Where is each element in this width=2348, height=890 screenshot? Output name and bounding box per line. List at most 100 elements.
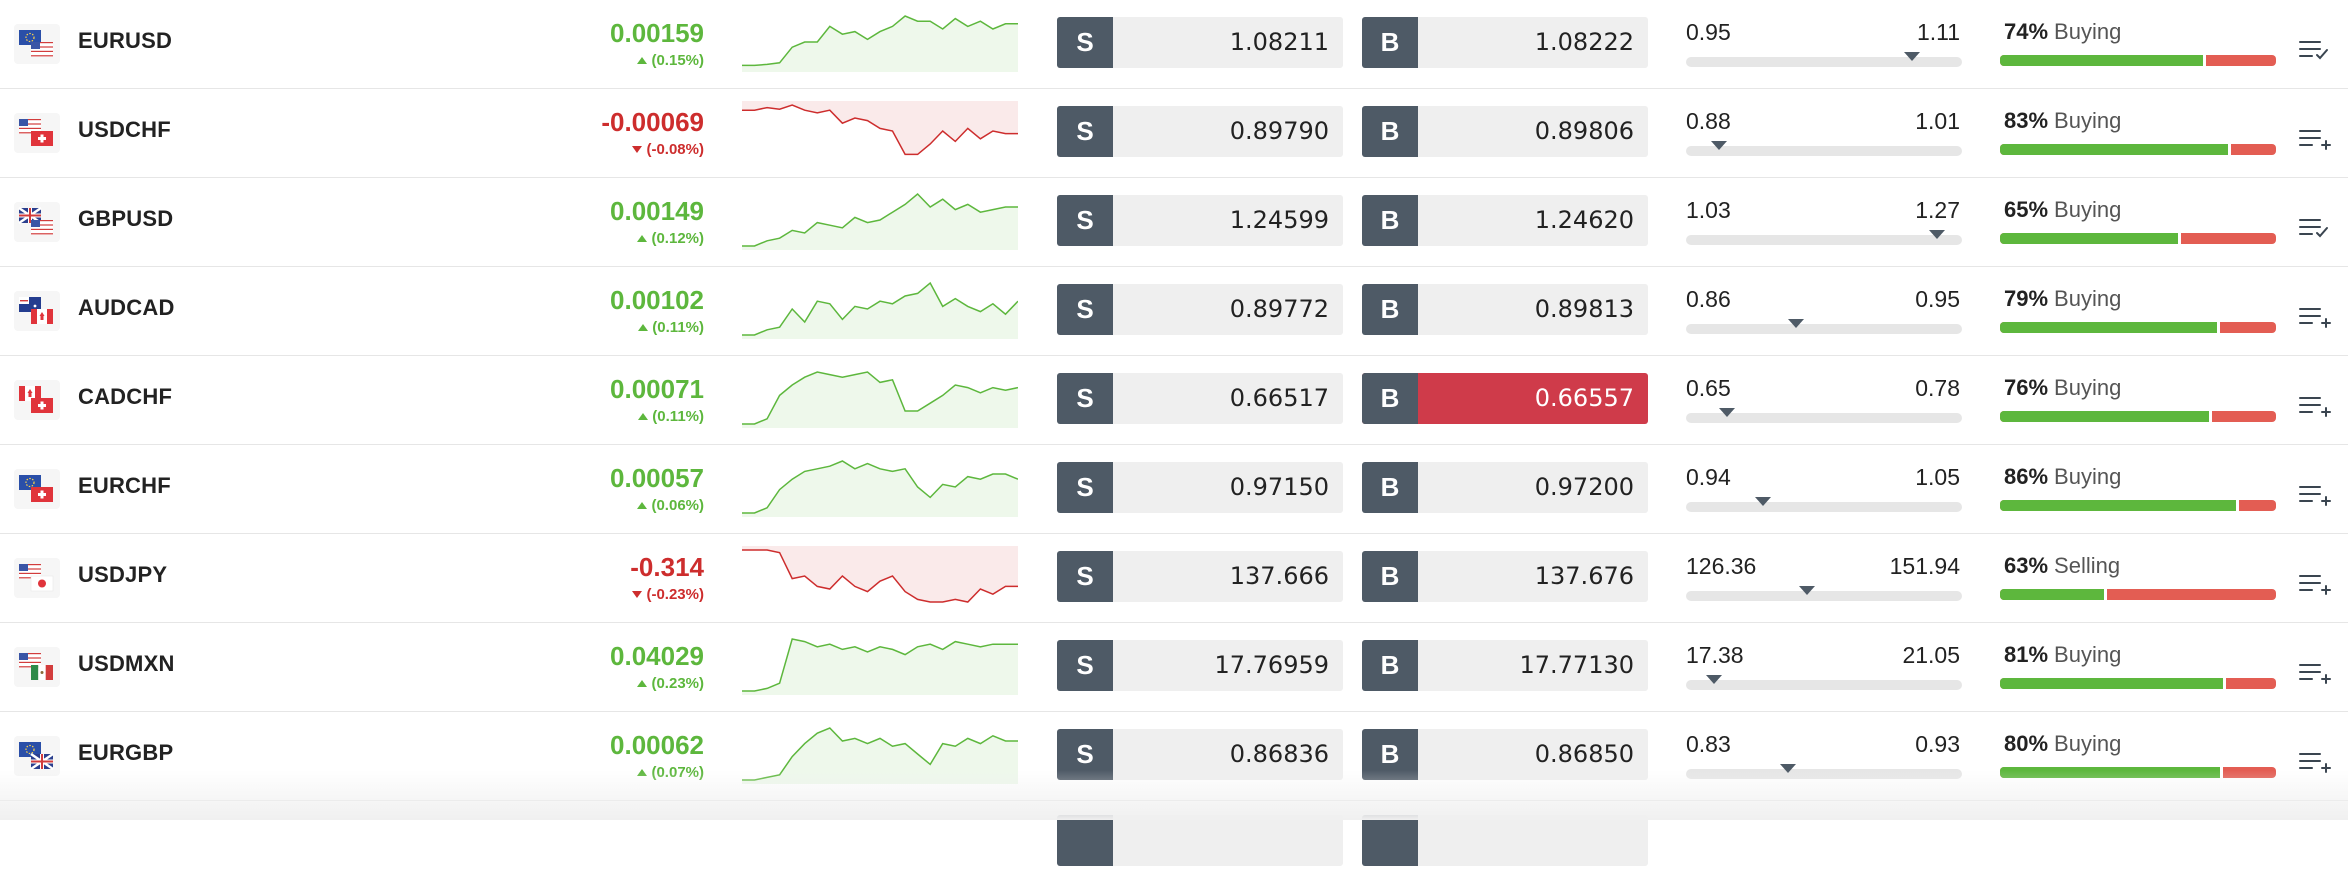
instrument-symbol[interactable]: USDJPY [78, 562, 167, 588]
buy-label: B [1362, 373, 1418, 424]
watchlist-added-icon[interactable] [2298, 216, 2332, 240]
range-low: 0.83 [1686, 731, 1731, 757]
sentiment-label: 83% Buying [2004, 108, 2121, 134]
sentiment-label: 74% Buying [2004, 19, 2121, 45]
instrument-symbol[interactable]: USDCHF [78, 117, 171, 143]
sentiment-bar [2000, 589, 2276, 600]
instrument-row[interactable]: USDJPY -0.314 (-0.23%) S 137.666 B 137.6… [0, 534, 2348, 623]
instrument-row[interactable]: USDCHF -0.00069 (-0.08%) S 0.89790 B 0.8… [0, 89, 2348, 178]
instrument-symbol[interactable]: EURUSD [78, 28, 172, 54]
watchlist-add-icon[interactable] [2298, 483, 2332, 507]
instrument-row-partial [0, 801, 2348, 890]
instrument-row[interactable]: EURCHF 0.00057 (0.06%) S 0.97150 B 0.972… [0, 445, 2348, 534]
sell-button[interactable] [1057, 815, 1343, 866]
watchlist-add-icon[interactable] [2298, 750, 2332, 774]
instrument-row[interactable]: EURGBP 0.00062 (0.07%) S 0.86836 B 0.868… [0, 712, 2348, 801]
buy-button[interactable]: B 0.89813 [1362, 284, 1648, 335]
watchlist-add-icon[interactable] [2298, 127, 2332, 151]
sentiment-divider [2236, 500, 2240, 511]
sell-button[interactable]: S 0.86836 [1057, 729, 1343, 780]
buy-button[interactable]: B 17.77130 [1362, 640, 1648, 691]
instrument-row[interactable]: GBPUSD 0.00149 (0.12%) S 1.24599 B 1.246… [0, 178, 2348, 267]
buy-button[interactable]: B 1.08222 [1362, 17, 1648, 68]
sparkline-area [742, 194, 1018, 250]
instrument-row[interactable]: CADCHF 0.00071 (0.11%) S 0.66517 B 0.665… [0, 356, 2348, 445]
range-marker-icon [1780, 764, 1797, 773]
day-range-bar [1686, 586, 1962, 601]
us-ch-flag-icon [14, 113, 60, 153]
sell-button[interactable]: S 1.24599 [1057, 195, 1343, 246]
buy-button[interactable]: B 137.676 [1362, 551, 1648, 602]
day-range-bar [1686, 675, 1962, 690]
sentiment-direction: Buying [2054, 731, 2122, 756]
instrument-symbol[interactable]: CADCHF [78, 384, 172, 410]
price-change: 0.04029 [610, 641, 704, 671]
instrument-symbol[interactable]: EURGBP [78, 740, 173, 766]
sell-button[interactable]: S 1.08211 [1057, 17, 1343, 68]
gb-us-flag-icon [14, 202, 60, 242]
buy-button[interactable]: B 0.89806 [1362, 106, 1648, 157]
sentiment-bar [2000, 322, 2276, 333]
us-mx-flag-icon [14, 647, 60, 687]
instrument-symbol[interactable]: EURCHF [78, 473, 171, 499]
sell-label: S [1057, 729, 1113, 780]
sell-price: 0.86836 [1229, 740, 1329, 768]
sell-button[interactable]: S 0.97150 [1057, 462, 1343, 513]
change-percent-text: (0.11%) [652, 319, 704, 336]
range-high: 151.94 [1889, 553, 1960, 579]
instrument-row[interactable]: USDMXN 0.04029 (0.23%) S 17.76959 B 17.7… [0, 623, 2348, 712]
day-range-bar [1686, 230, 1962, 245]
price-change-percent: (0.12%) [637, 230, 704, 247]
sentiment-divider [2219, 767, 2223, 778]
sentiment-direction: Buying [2054, 19, 2122, 44]
range-marker-icon [1711, 141, 1728, 150]
sell-button[interactable]: S 137.666 [1057, 551, 1343, 602]
buy-button[interactable] [1362, 815, 1648, 866]
watchlist-add-icon[interactable] [2298, 305, 2332, 329]
sentiment-buy-fill [2000, 678, 2224, 689]
watchlist-add-icon[interactable] [2298, 572, 2332, 596]
range-low: 0.95 [1686, 19, 1731, 45]
price-change-percent: (0.11%) [638, 319, 704, 336]
range-low: 17.38 [1686, 642, 1744, 668]
sentiment-direction: Selling [2054, 553, 2121, 578]
sell-button[interactable]: S 0.89790 [1057, 106, 1343, 157]
sentiment-direction: Buying [2054, 286, 2122, 311]
instrument-symbol[interactable]: GBPUSD [78, 206, 173, 232]
range-high: 0.95 [1915, 286, 1960, 312]
watchlist-added-icon[interactable] [2298, 38, 2332, 62]
range-low: 0.88 [1686, 108, 1731, 134]
range-marker-icon [1904, 52, 1921, 61]
sell-button[interactable]: S 17.76959 [1057, 640, 1343, 691]
sell-price: 0.89772 [1229, 295, 1329, 323]
sell-label: S [1057, 17, 1113, 68]
arrow-up-icon [637, 680, 648, 687]
instrument-symbol[interactable]: AUDCAD [78, 295, 175, 321]
range-high: 1.01 [1915, 108, 1960, 134]
sell-label [1057, 815, 1113, 866]
buy-button[interactable]: B 1.24620 [1362, 195, 1648, 246]
range-high: 0.93 [1915, 731, 1960, 757]
buy-price: 137.676 [1534, 562, 1634, 590]
instrument-row[interactable]: EURUSD 0.00159 (0.15%) S 1.08211 B 1.082… [0, 0, 2348, 89]
buy-button[interactable]: B 0.66557 [1362, 373, 1648, 424]
sell-button[interactable]: S 0.66517 [1057, 373, 1343, 424]
change-percent-text: (0.06%) [651, 497, 704, 514]
buy-price: 0.86850 [1534, 740, 1634, 768]
sentiment-percent: 83% [2004, 108, 2049, 133]
range-high: 1.27 [1915, 197, 1960, 223]
watchlist-add-icon[interactable] [2298, 661, 2332, 685]
instrument-symbol[interactable]: USDMXN [78, 651, 175, 677]
instrument-row[interactable]: AUDCAD 0.00102 (0.11%) S 0.89772 B 0.898… [0, 267, 2348, 356]
watchlist-add-icon[interactable] [2298, 394, 2332, 418]
buy-button[interactable]: B 0.86850 [1362, 729, 1648, 780]
buy-price: 0.89813 [1534, 295, 1634, 323]
sentiment-divider [2222, 678, 2226, 689]
sell-label: S [1057, 195, 1113, 246]
sell-label: S [1057, 551, 1113, 602]
sell-button[interactable]: S 0.89772 [1057, 284, 1343, 335]
sell-price: 0.66517 [1229, 384, 1329, 412]
buy-button[interactable]: B 0.97200 [1362, 462, 1648, 513]
arrow-down-icon [632, 146, 643, 153]
arrow-up-icon [637, 235, 648, 242]
